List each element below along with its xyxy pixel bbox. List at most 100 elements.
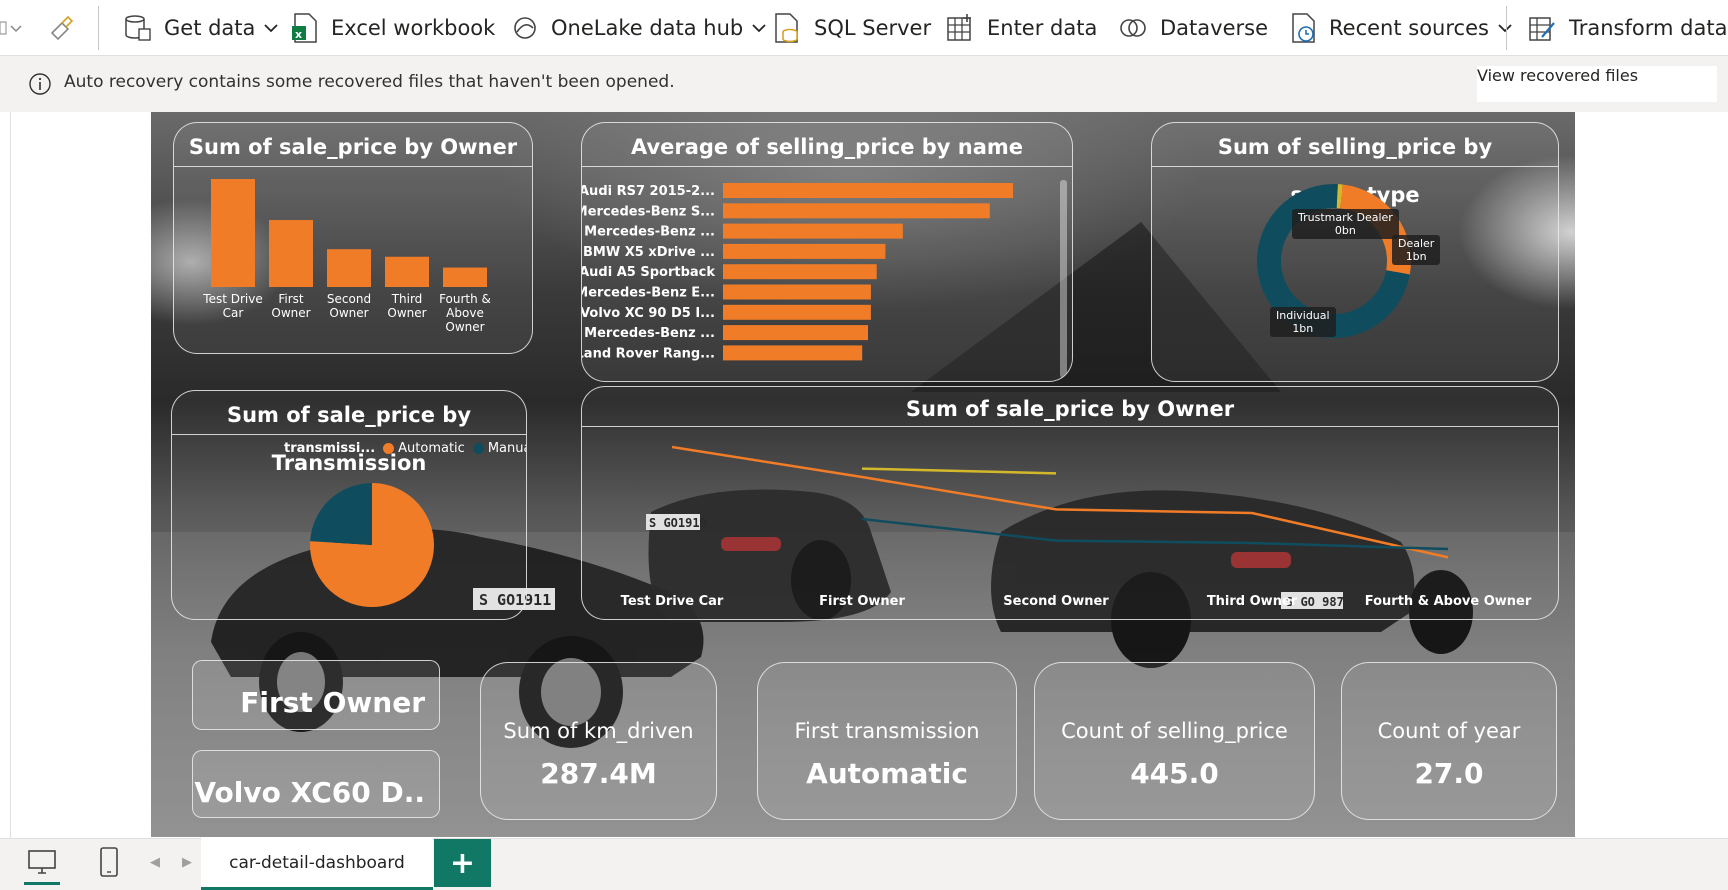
kpi-card-km-driven[interactable]: Sum of km_driven 287.4M <box>480 662 717 820</box>
bar[interactable] <box>723 325 868 341</box>
bar[interactable] <box>723 203 990 219</box>
get-data-button[interactable]: Get data <box>122 0 279 56</box>
bar[interactable] <box>723 304 871 320</box>
view-recovered-files-button[interactable]: View recovered files <box>1477 66 1717 102</box>
onelake-data-hub-button[interactable]: OneLake data hub <box>511 0 767 56</box>
x-tick-label: Test Drive Car <box>202 292 262 320</box>
kpi-card-first-transmission[interactable]: First transmission Automatic <box>757 662 1017 820</box>
y-tick-label: Volvo XC 90 D5 I... <box>582 306 715 321</box>
active-view-indicator <box>24 882 60 885</box>
y-tick-label: Land Rover Rang... <box>582 346 715 361</box>
kpi-card-count-year[interactable]: Count of year 27.0 <box>1341 662 1557 820</box>
donut-label-individual-value: 1bn <box>1292 322 1314 335</box>
x-tick-label: First Owner <box>271 292 310 320</box>
car-name-slicer[interactable]: Volvo XC60 D.. <box>192 750 440 818</box>
owner-bar-chart-title: Sum of sale_price by Owner <box>174 123 532 167</box>
kpi-label: Count of year <box>1377 719 1521 743</box>
recent-sources-button[interactable]: Recent sources <box>1289 0 1513 56</box>
owner-line-chart[interactable]: Test Drive Car First Owner Second Owner Thi… <box>582 427 1559 619</box>
bar[interactable] <box>723 183 1013 198</box>
ribbon-separator <box>1506 6 1507 50</box>
y-tick-label: BMW X5 xDrive ... <box>583 245 715 260</box>
scrollbar[interactable] <box>1060 180 1067 378</box>
series-line[interactable] <box>861 517 1449 551</box>
owner-slicer[interactable]: First Owner <box>192 660 440 730</box>
page-tab-car-detail-dashboard[interactable]: car-detail-dashboard <box>201 838 433 890</box>
enter-data-label: Enter data <box>987 16 1098 40</box>
y-tick-label: Audi RS7 2015-2... <box>582 184 715 199</box>
chevron-down-icon <box>0 21 22 35</box>
kpi-value: 287.4M <box>540 757 657 790</box>
sql-server-label: SQL Server <box>814 16 932 40</box>
recent-sources-label: Recent sources <box>1329 16 1489 40</box>
previous-page-arrow[interactable]: ◀ <box>150 855 160 870</box>
bar[interactable] <box>723 243 886 259</box>
transmission-card[interactable]: Sum of sale_price by Transmission transm… <box>171 390 527 620</box>
kpi-card-count-selling-price[interactable]: Count of selling_price 445.0 <box>1034 662 1315 820</box>
donut-label-trustmark-value: 0bn <box>1334 224 1356 237</box>
kpi-label: Count of selling_price <box>1061 719 1288 743</box>
owner-line-chart-card[interactable]: Sum of sale_price by Owner Test Drive Ca… <box>581 386 1559 620</box>
owner-bar-chart[interactable]: Test Drive Car First Owner Second Owner Third O… <box>174 167 533 353</box>
y-tick-label: Audi A5 Sportback <box>582 265 715 280</box>
mobile-view-icon[interactable] <box>98 846 120 878</box>
seller-type-card[interactable]: Sum of selling_price by seller_type Trus… <box>1151 122 1559 382</box>
bar[interactable] <box>723 223 903 239</box>
seller-type-title: Sum of selling_price by seller_type <box>1152 123 1558 207</box>
donut-label-dealer-value: 1bn <box>1405 250 1427 263</box>
x-tick-label: Third Owner <box>387 292 426 320</box>
bar[interactable] <box>443 267 487 287</box>
kpi-value: 27.0 <box>1414 757 1484 790</box>
donut-label-individual: Individual 1bn <box>1270 307 1336 337</box>
dataverse-label: Dataverse <box>1160 16 1268 40</box>
kpi-label: Sum of km_driven <box>503 719 694 743</box>
kpi-value: 445.0 <box>1130 757 1219 790</box>
bar[interactable] <box>723 284 871 300</box>
report-page: S GO1911 S GO1910 S GO 987 Sum of sale_p… <box>151 112 1575 837</box>
home-ribbon: Get data x Excel workbook OneLake data h… <box>0 0 1728 56</box>
pie-slice[interactable] <box>310 483 372 545</box>
series-line[interactable] <box>861 467 1057 475</box>
get-data-label: Get data <box>164 16 256 40</box>
transmission-title: Sum of sale_price by Transmission <box>172 391 526 475</box>
bar[interactable] <box>269 220 313 287</box>
excel-workbook-button[interactable]: x Excel workbook <box>291 0 495 56</box>
recent-sources-icon <box>1292 13 1315 43</box>
x-tick-label: Third Owner <box>1207 594 1298 609</box>
y-tick-label: Mercedes-Benz E... <box>582 286 715 301</box>
bar[interactable] <box>723 264 877 280</box>
bar[interactable] <box>385 256 429 287</box>
dataverse-button[interactable]: Dataverse <box>1118 0 1268 56</box>
avg-by-name-chart[interactable]: Audi RS7 2015-2... Mercedes-Benz S... Merc… <box>582 167 1073 381</box>
avg-by-name-card[interactable]: Average of selling_price by name Audi RS… <box>581 122 1073 382</box>
owner-bar-chart-card[interactable]: Sum of sale_price by Owner Test Drive Car… <box>173 122 533 354</box>
enter-data-button[interactable]: Enter data <box>945 0 1097 56</box>
owner-line-chart-title: Sum of sale_price by Owner <box>582 387 1558 427</box>
format-painter-button[interactable] <box>48 0 76 56</box>
donut-label-dealer: Dealer 1bn <box>1392 235 1441 265</box>
ribbon-overflow[interactable] <box>0 0 26 56</box>
bar[interactable] <box>327 249 371 287</box>
sql-server-button[interactable]: SQL Server <box>772 0 931 56</box>
kpi-label: First transmission <box>794 719 980 743</box>
x-tick-label: Second Owner <box>1003 594 1109 609</box>
next-page-arrow[interactable]: ▶ <box>182 855 192 870</box>
kpi-value: Automatic <box>806 757 968 790</box>
transmission-pie[interactable] <box>172 435 527 619</box>
info-icon <box>29 73 51 95</box>
sql-server-icon <box>775 13 798 43</box>
desktop-view-icon[interactable] <box>26 848 58 878</box>
donut-label-dealer-name: Dealer <box>1398 237 1435 250</box>
bar[interactable] <box>723 345 863 361</box>
transform-data-button[interactable]: Transform data <box>1527 0 1727 56</box>
auto-recovery-bar: Auto recovery contains some recovered fi… <box>0 56 1728 112</box>
excel-icon: x <box>292 13 317 43</box>
x-tick-label: Second Owner <box>327 292 371 320</box>
onelake-label: OneLake data hub <box>551 16 744 40</box>
transform-data-label: Transform data <box>1569 16 1728 40</box>
bar[interactable] <box>211 179 255 287</box>
add-page-button[interactable]: + <box>434 839 491 887</box>
x-tick-label: Test Drive Car <box>621 594 724 609</box>
database-icon <box>125 15 151 41</box>
seller-type-donut[interactable] <box>1152 167 1559 381</box>
